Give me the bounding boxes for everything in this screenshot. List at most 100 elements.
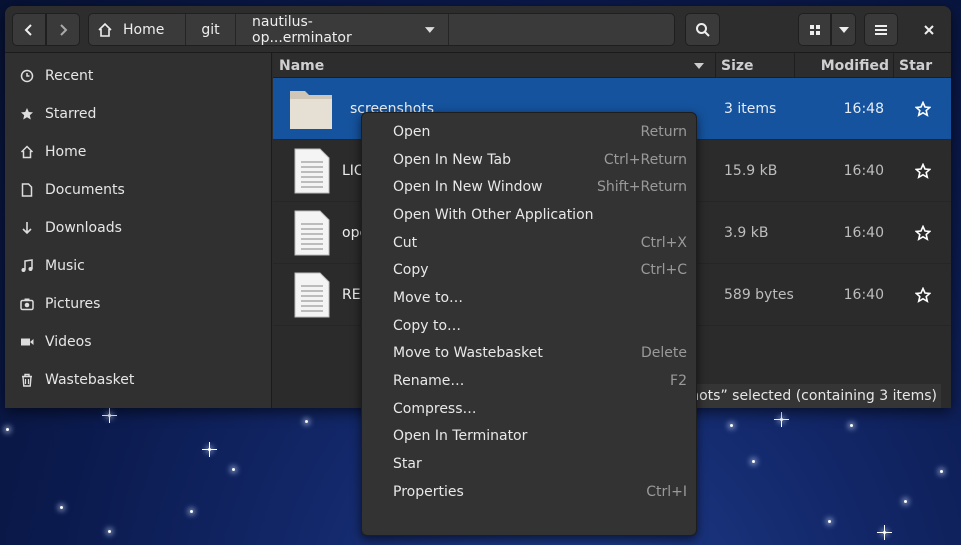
column-header-name[interactable]: Name bbox=[273, 53, 716, 78]
column-label: Name bbox=[279, 57, 325, 74]
sidebar-item-label: Home bbox=[45, 144, 87, 160]
main-menu-button[interactable] bbox=[864, 13, 898, 46]
clock-icon bbox=[19, 68, 35, 84]
star-toggle[interactable] bbox=[894, 286, 951, 303]
wallpaper-star bbox=[202, 442, 217, 457]
column-header-size[interactable]: Size bbox=[716, 53, 795, 78]
sidebar-item-label: Documents bbox=[45, 182, 125, 198]
star-toggle[interactable] bbox=[894, 100, 951, 117]
menu-item-properties[interactable]: Properties Ctrl+I bbox=[362, 478, 696, 506]
file-modified: 16:40 bbox=[843, 162, 884, 179]
wallpaper-star bbox=[102, 408, 117, 423]
column-label: Size bbox=[721, 57, 754, 74]
wallpaper-star bbox=[108, 530, 111, 533]
star-outline-icon bbox=[914, 286, 931, 303]
menu-item-rename[interactable]: Rename… F2 bbox=[362, 367, 696, 395]
menu-item-copy-to[interactable]: Copy to… bbox=[362, 312, 696, 340]
star-outline-icon bbox=[914, 100, 931, 117]
breadcrumb-label: Home bbox=[123, 21, 165, 38]
menu-item-cut[interactable]: Cut Ctrl+X bbox=[362, 229, 696, 257]
music-icon bbox=[19, 258, 35, 274]
menu-item-shortcut: Ctrl+X bbox=[640, 234, 687, 251]
star-toggle[interactable] bbox=[894, 224, 951, 241]
menu-item-label: Move to… bbox=[393, 289, 464, 306]
menu-item-move-to-wastebasket[interactable]: Move to Wastebasket Delete bbox=[362, 340, 696, 368]
sidebar-item-pictures[interactable]: Pictures bbox=[5, 285, 271, 323]
menu-item-star[interactable]: Star bbox=[362, 450, 696, 478]
menu-item-label: Copy to… bbox=[393, 317, 462, 334]
menu-item-move-to[interactable]: Move to… bbox=[362, 284, 696, 312]
text-file-icon bbox=[294, 210, 330, 255]
breadcrumb-label: nautilus-op...erminator bbox=[252, 13, 352, 46]
context-menu: Open Return Open In New Tab Ctrl+Return Op… bbox=[361, 112, 697, 536]
chevron-left-icon bbox=[24, 23, 32, 36]
view-mode-button[interactable] bbox=[798, 13, 831, 46]
breadcrumb-git[interactable]: git bbox=[186, 14, 236, 45]
menu-item-shortcut: Ctrl+C bbox=[640, 262, 687, 279]
close-button[interactable] bbox=[912, 13, 945, 46]
file-size: 3.9 kB bbox=[724, 224, 769, 241]
text-file-icon bbox=[294, 148, 330, 193]
sidebar-item-starred[interactable]: Starred bbox=[5, 95, 271, 133]
sidebar-item-documents[interactable]: Documents bbox=[5, 171, 271, 209]
menu-item-open-new-tab[interactable]: Open In New Tab Ctrl+Return bbox=[362, 146, 696, 174]
column-headers: Name Size Modified Star bbox=[273, 53, 951, 78]
chevron-down-icon bbox=[838, 26, 849, 33]
menu-item-label: Open In Terminator bbox=[393, 428, 528, 445]
close-icon bbox=[923, 24, 934, 35]
sidebar-item-home[interactable]: Home bbox=[5, 133, 271, 171]
sidebar-item-wastebasket[interactable]: Wastebasket bbox=[5, 361, 271, 399]
wallpaper-star bbox=[850, 424, 853, 427]
menu-item-copy[interactable]: Copy Ctrl+C bbox=[362, 256, 696, 284]
video-icon bbox=[19, 334, 35, 350]
search-button[interactable] bbox=[685, 13, 720, 46]
breadcrumb-current[interactable]: nautilus-op...erminator bbox=[236, 13, 449, 46]
column-header-star[interactable]: Star bbox=[894, 53, 951, 78]
menu-item-open-in-terminator[interactable]: Open In Terminator bbox=[362, 423, 696, 451]
download-icon bbox=[19, 220, 35, 236]
star-outline-icon bbox=[914, 162, 931, 179]
file-size: 589 bytes bbox=[724, 286, 794, 303]
document-icon bbox=[19, 182, 35, 198]
file-size: 15.9 kB bbox=[724, 162, 778, 179]
menu-item-label: Copy bbox=[393, 262, 429, 279]
sidebar-item-label: Downloads bbox=[45, 220, 122, 236]
breadcrumb-home[interactable]: Home bbox=[89, 14, 186, 45]
view-options-button[interactable] bbox=[831, 13, 856, 46]
sidebar-item-music[interactable]: Music bbox=[5, 247, 271, 285]
wallpaper-star bbox=[774, 412, 789, 427]
column-label: Modified bbox=[820, 57, 889, 74]
menu-item-label: Compress… bbox=[393, 400, 477, 417]
wallpaper-star bbox=[752, 460, 755, 463]
sidebar-item-label: Starred bbox=[45, 106, 97, 122]
menu-item-compress[interactable]: Compress… bbox=[362, 395, 696, 423]
menu-item-label: Open In New Tab bbox=[393, 151, 511, 168]
wallpaper-star bbox=[6, 428, 9, 431]
wallpaper-star bbox=[60, 506, 63, 509]
column-header-modified[interactable]: Modified bbox=[795, 53, 894, 78]
sidebar-item-videos[interactable]: Videos bbox=[5, 323, 271, 361]
file-modified: 16:40 bbox=[843, 286, 884, 303]
menu-item-shortcut: Ctrl+I bbox=[646, 483, 687, 500]
menu-item-open-with[interactable]: Open With Other Application bbox=[362, 201, 696, 229]
star-toggle[interactable] bbox=[894, 162, 951, 179]
sidebar-item-label: Music bbox=[45, 258, 85, 274]
trash-icon bbox=[19, 372, 35, 388]
folder-icon bbox=[290, 90, 332, 129]
search-icon bbox=[695, 22, 710, 37]
sidebar-item-recent[interactable]: Recent bbox=[5, 57, 271, 95]
menu-item-label: Open In New Window bbox=[393, 179, 543, 196]
text-file-icon bbox=[294, 272, 330, 317]
file-modified: 16:48 bbox=[843, 100, 884, 117]
menu-item-open[interactable]: Open Return bbox=[362, 118, 696, 146]
menu-item-shortcut: Ctrl+Return bbox=[603, 151, 687, 168]
back-button[interactable] bbox=[12, 13, 46, 46]
chevron-right-icon bbox=[60, 23, 68, 36]
forward-button[interactable] bbox=[46, 13, 80, 46]
sidebar: Recent Starred Home Documents Downloads … bbox=[5, 53, 272, 408]
wallpaper-star bbox=[877, 525, 892, 540]
menu-item-open-new-window[interactable]: Open In New Window Shift+Return bbox=[362, 173, 696, 201]
sidebar-item-label: Videos bbox=[45, 334, 92, 350]
sidebar-item-downloads[interactable]: Downloads bbox=[5, 209, 271, 247]
wallpaper-star bbox=[305, 420, 308, 423]
